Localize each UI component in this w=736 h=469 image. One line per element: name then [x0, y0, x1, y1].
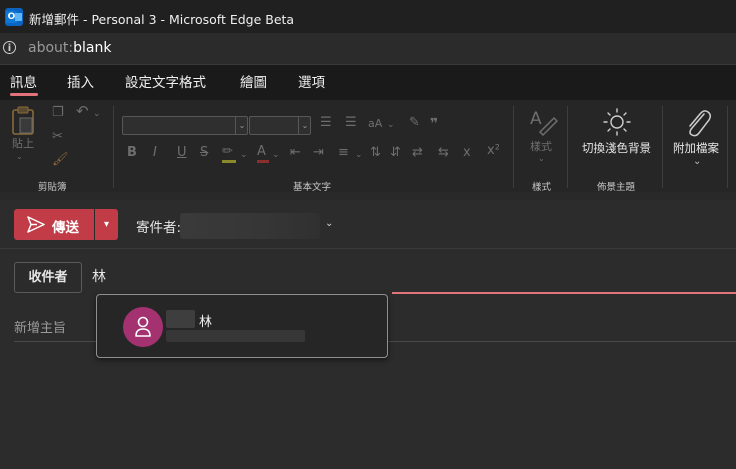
divider — [0, 248, 736, 249]
window-title: 新增郵件 - Personal 3 - Microsoft Edge Beta — [29, 12, 295, 27]
italic-button[interactable]: I — [153, 146, 157, 160]
rtl-icon[interactable]: ⇆ — [438, 146, 449, 160]
chevron-down-icon[interactable]: ⌄ — [355, 148, 363, 162]
outlook-app-icon: O — [5, 8, 23, 26]
to-button[interactable]: 收件者 — [14, 262, 82, 293]
ribbon-separator — [567, 106, 568, 188]
attach-file-button[interactable]: 附加檔案 — [673, 141, 719, 155]
tab-format-text[interactable]: 設定文字格式 — [125, 71, 206, 91]
copy-icon[interactable]: ❐ — [52, 106, 64, 120]
url-text[interactable]: about:blank — [28, 40, 111, 56]
ribbon-separator — [662, 106, 663, 188]
font-name-select[interactable]: ⌄ — [122, 116, 248, 135]
chevron-down-icon[interactable]: ⌄ — [387, 118, 395, 132]
paste-chevron-icon[interactable]: ⌄ — [16, 150, 23, 164]
font-size-select[interactable]: ⌄ — [249, 116, 311, 135]
contact-avatar — [123, 307, 163, 347]
ribbon-separator — [513, 106, 514, 188]
to-field-focus-underline — [392, 292, 736, 294]
switch-background-button[interactable]: 切換淺色背景 — [582, 141, 651, 155]
increase-indent-icon[interactable]: ⇥ — [313, 146, 324, 160]
paste-label[interactable]: 貼上 — [12, 137, 34, 151]
person-icon — [135, 316, 151, 337]
paste-icon[interactable] — [10, 106, 36, 136]
chevron-down-icon: ⌄ — [298, 116, 311, 135]
bullets-icon[interactable]: ☰ — [320, 116, 332, 130]
strikethrough-button[interactable]: S — [200, 146, 208, 160]
basic-text-group-label: 基本文字 — [293, 182, 332, 193]
format-painter-icon[interactable]: 🖌 — [52, 153, 69, 167]
tab-message[interactable]: 訊息 — [10, 71, 37, 91]
chevron-down-icon[interactable]: ⌄ — [240, 148, 248, 162]
send-options-chevron-icon[interactable]: ▾ — [95, 209, 118, 240]
active-tab-indicator — [10, 93, 38, 96]
cut-icon[interactable]: ✂ — [52, 130, 63, 144]
styles-pen-icon[interactable]: ✎ — [409, 116, 420, 130]
styles-group-label: 樣式 — [532, 182, 552, 193]
chevron-down-icon[interactable]: ⌄ — [693, 155, 701, 169]
tab-insert[interactable]: 插入 — [67, 71, 94, 91]
bold-button[interactable]: B — [127, 146, 137, 160]
line-spacing-icon[interactable]: ⇵ — [390, 146, 401, 160]
ribbon-separator — [113, 106, 114, 188]
chevron-down-icon: ⌄ — [235, 116, 248, 135]
paperclip-icon[interactable] — [682, 106, 712, 138]
to-input[interactable]: 林 — [92, 266, 106, 286]
chevron-down-icon[interactable]: ⌄ — [538, 152, 545, 166]
sun-icon[interactable] — [602, 107, 632, 137]
styles-icon[interactable]: A — [528, 106, 558, 138]
chevron-down-icon[interactable]: ⌄ — [272, 148, 280, 162]
undo-chevron-icon[interactable]: ⌄ — [93, 107, 101, 121]
tab-draw[interactable]: 繪圖 — [240, 71, 267, 91]
font-size-up-icon[interactable]: aA — [368, 117, 382, 131]
font-color-icon[interactable]: A — [257, 145, 269, 163]
underline-button[interactable]: U — [177, 146, 187, 160]
info-icon[interactable]: i — [3, 41, 16, 54]
from-account-select[interactable] — [180, 213, 320, 239]
superscript-button[interactable]: x² — [487, 144, 500, 158]
subscript-button[interactable]: x — [463, 146, 471, 160]
ltr-icon[interactable]: ⇄ — [412, 146, 423, 160]
contact-name[interactable]: 林 — [199, 311, 212, 330]
subject-input[interactable]: 新增主旨 — [14, 317, 66, 336]
contact-email-redacted — [166, 330, 305, 342]
highlight-icon[interactable]: ✏ — [222, 145, 236, 163]
ribbon-tab-bar — [0, 64, 736, 100]
quote-icon[interactable]: ❞ — [430, 117, 438, 131]
align-icon[interactable]: ≡ — [338, 146, 349, 160]
paragraph-spacing-icon[interactable]: ⇅ — [370, 146, 381, 160]
from-chevron-down-icon[interactable]: ⌄ — [325, 218, 333, 229]
clipboard-group-label: 剪貼簿 — [38, 182, 67, 193]
send-label: 傳送 — [52, 220, 79, 236]
send-icon — [27, 216, 45, 233]
decrease-indent-icon[interactable]: ⇤ — [290, 146, 301, 160]
ribbon-separator — [727, 106, 728, 188]
undo-icon[interactable]: ↶ — [76, 104, 89, 119]
from-label: 寄件者: — [136, 220, 182, 236]
svg-text:A: A — [530, 109, 542, 129]
contact-name-redacted — [166, 310, 195, 328]
numbering-icon[interactable]: ☰ — [345, 116, 357, 130]
theme-group-label: 佈景主題 — [597, 182, 636, 193]
send-button[interactable]: 傳送 — [14, 209, 94, 240]
tab-options[interactable]: 選項 — [298, 71, 325, 91]
